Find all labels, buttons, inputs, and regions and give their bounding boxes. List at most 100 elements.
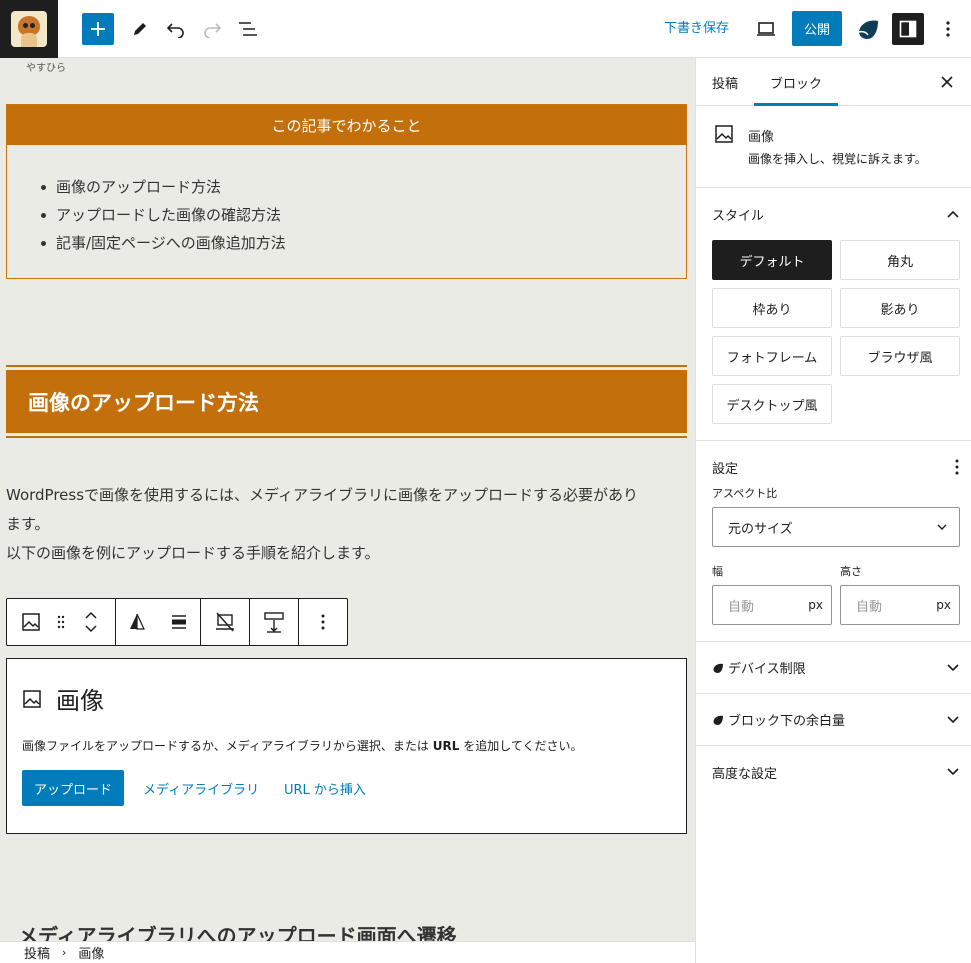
breadcrumb-item-image[interactable]: 画像 [78, 943, 104, 962]
width-field: 幅 自動 px [712, 563, 832, 625]
block-options-button[interactable] [299, 599, 347, 645]
align-button[interactable] [158, 599, 200, 645]
image-block-label: 画像 [56, 687, 104, 715]
style-border[interactable]: 枠あり [712, 288, 832, 328]
options-button[interactable] [932, 13, 964, 45]
block-margin-button[interactable] [250, 599, 298, 645]
drag-handle[interactable] [55, 599, 67, 645]
move-block-buttons[interactable] [67, 599, 115, 645]
add-block-button[interactable] [82, 13, 114, 45]
sidebar-tabs: 投稿 ブロック [696, 58, 971, 106]
style-photo-frame[interactable]: フォトフレーム [712, 336, 832, 376]
preview-button[interactable] [750, 13, 782, 45]
device-hide-icon [216, 612, 234, 632]
insert-from-url-button[interactable]: URL から挿入 [284, 770, 366, 806]
width-placeholder: 自動 [728, 599, 755, 615]
height-placeholder: 自動 [856, 599, 883, 615]
tab-post[interactable]: 投稿 [696, 58, 754, 106]
close-icon [941, 76, 953, 88]
redo-icon [204, 23, 222, 38]
styles-heading: スタイル [712, 208, 765, 224]
height-unit[interactable]: px [936, 598, 951, 612]
dimension-fields: 幅 自動 px 高さ 自動 px [696, 563, 971, 641]
paragraph-line: ます。 [6, 515, 50, 533]
paragraph-block[interactable]: WordPressで画像を使用するには、メディアライブラリに画像をアップロードす… [6, 481, 687, 568]
tab-block[interactable]: ブロック [754, 58, 838, 106]
media-library-button[interactable]: メディアライブラリ [143, 770, 259, 806]
plus-icon [91, 22, 105, 36]
publish-button[interactable]: 公開 [792, 11, 842, 46]
chevron-right-icon: › [62, 946, 67, 959]
style-shadow[interactable]: 影あり [840, 288, 960, 328]
list-item: アップロードした画像の確認方法 [41, 201, 686, 229]
chevron-down-icon[interactable] [85, 625, 97, 633]
height-input[interactable]: 自動 px [840, 585, 960, 625]
device-limit-panel[interactable]: デバイス制限 [696, 642, 971, 694]
image-icon [23, 689, 41, 708]
width-unit[interactable]: px [808, 598, 823, 612]
chevron-up-icon[interactable] [85, 611, 97, 619]
breadcrumb: 投稿 › 画像 [0, 941, 695, 963]
style-default[interactable]: デフォルト [712, 240, 832, 280]
settings-section: 設定 アスペクト比 元のサイズ 幅 自動 px 高さ 自動 px [696, 441, 971, 642]
chevron-down-icon [947, 768, 959, 776]
block-toolbar [6, 598, 348, 646]
pencil-icon [134, 23, 146, 35]
style-desktop[interactable]: デスクトップ風 [712, 384, 832, 424]
block-margin-label: ブロック下の余白量 [728, 714, 846, 729]
styles-section: スタイル デフォルト 角丸 枠あり 影あり フォトフレーム ブラウザ風 デスクト… [696, 188, 971, 441]
image-block-title: 画像 [22, 681, 104, 716]
settings-sidebar-toggle[interactable] [892, 13, 924, 45]
block-card-title: 画像 [748, 130, 775, 145]
tools-button[interactable] [124, 13, 156, 45]
summary-list: 画像のアップロード方法 アップロードした画像の確認方法 記事/固定ページへの画像… [7, 145, 686, 257]
align-icon [172, 615, 186, 629]
site-logo[interactable] [0, 0, 58, 58]
redo-button[interactable] [196, 13, 228, 45]
paragraph-line: WordPressで画像を使用するには、メディアライブラリに画像をアップロードす… [6, 486, 638, 504]
block-margin-panel[interactable]: ブロック下の余白量 [696, 694, 971, 746]
swell-plugin-button[interactable] [852, 13, 884, 45]
editor-canvas[interactable]: やすひら この記事でわかること 画像のアップロード方法 アップロードした画像の確… [0, 58, 695, 941]
chevron-up-icon [947, 210, 959, 218]
styles-header[interactable]: スタイル [696, 188, 971, 240]
image-block-placeholder[interactable]: 画像 画像ファイルをアップロードするか、メディアライブラリから選択、または UR… [6, 658, 687, 834]
list-view-icon [239, 22, 257, 36]
style-browser[interactable]: ブラウザ風 [840, 336, 960, 376]
style-rounded[interactable]: 角丸 [840, 240, 960, 280]
document-overview-button[interactable] [232, 13, 264, 45]
undo-icon [166, 23, 184, 38]
breadcrumb-item-post[interactable]: 投稿 [24, 943, 50, 962]
block-type-button[interactable] [7, 599, 55, 645]
aspect-ratio-value: 元のサイズ [728, 521, 793, 537]
width-label: 幅 [712, 565, 723, 578]
advanced-panel[interactable]: 高度な設定 [696, 746, 971, 798]
swell-leaf-icon [713, 715, 723, 725]
image-block-description: 画像ファイルをアップロードするか、メディアライブラリから選択、または URL を… [22, 739, 583, 753]
undo-button[interactable] [160, 13, 192, 45]
save-draft-button[interactable]: 下書き保存 [656, 13, 737, 45]
device-visibility-button[interactable] [201, 599, 249, 645]
duotone-icon [130, 613, 145, 630]
summary-box[interactable]: この記事でわかること 画像のアップロード方法 アップロードした画像の確認方法 記… [6, 104, 687, 279]
more-vertical-icon[interactable] [955, 459, 959, 475]
width-input[interactable]: 自動 px [712, 585, 832, 625]
drag-handle-icon [57, 615, 65, 629]
section-heading-block[interactable]: 画像のアップロード方法 [6, 365, 687, 438]
aspect-ratio-select[interactable]: 元のサイズ [712, 507, 960, 547]
block-card: 画像 画像を挿入し、視覚に訴えます。 [696, 106, 971, 188]
settings-sidebar: 投稿 ブロック 画像 画像を挿入し、視覚に訴えます。 スタイル デフォルト 角丸… [695, 58, 971, 963]
close-sidebar-button[interactable] [931, 66, 963, 98]
duotone-button[interactable] [116, 599, 158, 645]
next-section-heading[interactable]: メディアライブラリへのアップロード画面へ遷移 [18, 920, 457, 941]
height-label: 高さ [840, 565, 862, 578]
upload-button[interactable]: アップロード [22, 770, 125, 806]
device-limit-label: デバイス制限 [728, 662, 806, 677]
chevron-down-icon [937, 524, 947, 530]
image-icon [715, 125, 733, 143]
style-options: デフォルト 角丸 枠あり 影あり フォトフレーム ブラウザ風 デスクトップ風 [696, 240, 971, 440]
tanuki-avatar-icon [11, 11, 47, 47]
editor-top-bar: 下書き保存 公開 [0, 0, 971, 58]
swell-leaf-icon [858, 20, 878, 39]
sidebar-icon [899, 20, 917, 38]
